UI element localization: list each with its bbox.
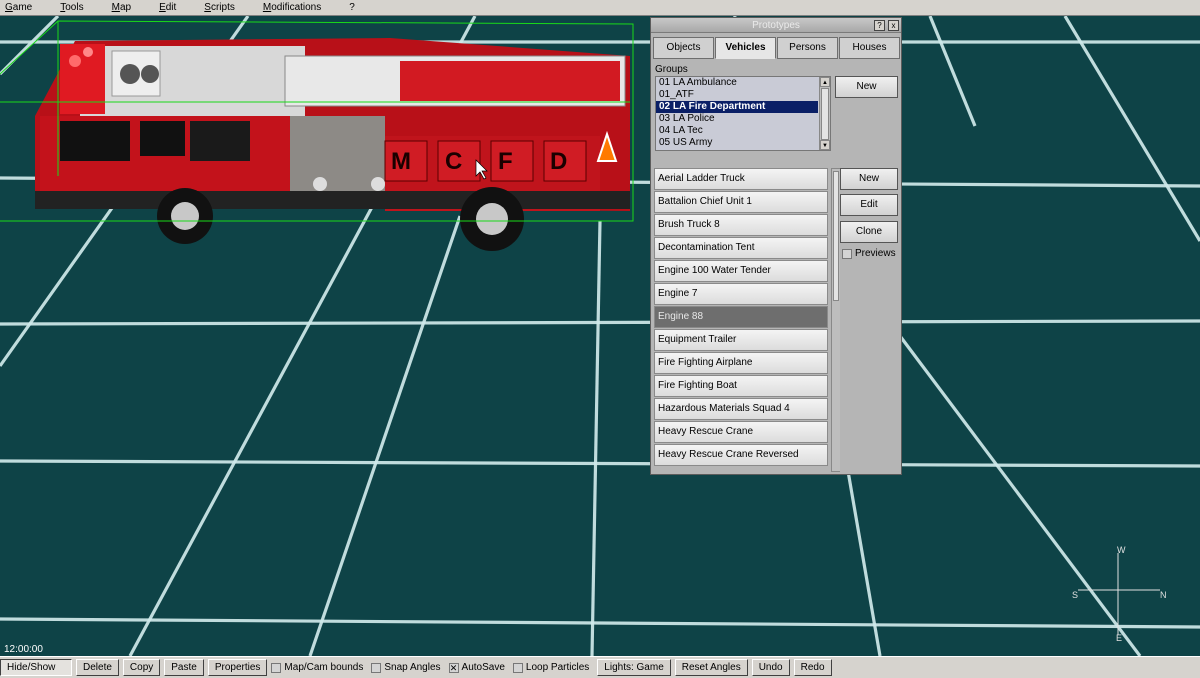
dialog-title: Prototypes (752, 20, 800, 31)
close-button[interactable]: x (888, 20, 899, 31)
previews-label: Previews (855, 248, 896, 259)
tab-houses[interactable]: Houses (839, 37, 900, 59)
3d-viewport[interactable]: M C F D (0, 16, 1200, 656)
tab-objects[interactable]: Objects (653, 37, 714, 59)
prototype-tabs: Objects Vehicles Persons Houses (653, 37, 900, 59)
prototypes-dialog: Prototypes ? x Objects Vehicles Persons Hou… (650, 17, 902, 475)
viewport-scene: M C F D (0, 16, 1200, 656)
scroll-up-icon[interactable]: ▲ (820, 77, 830, 87)
compass-east: E (1116, 633, 1123, 643)
map-cam-bounds-checkbox[interactable] (271, 662, 282, 673)
previews-option[interactable]: Previews (842, 248, 896, 259)
menu-help[interactable]: ? (344, 0, 360, 16)
menu-game[interactable]: Game (0, 0, 37, 16)
vehicle-list[interactable]: Aerial Ladder Truck Battalion Chief Unit … (654, 168, 840, 472)
vehicle-item[interactable]: Equipment Trailer (654, 329, 828, 351)
help-button[interactable]: ? (874, 20, 885, 31)
front-wheel (157, 188, 213, 244)
vehicle-item[interactable]: Brush Truck 8 (654, 214, 828, 236)
groups-label: Groups (655, 64, 688, 75)
vehicle-item[interactable]: Heavy Rescue Crane Reversed (654, 444, 828, 466)
scroll-thumb[interactable] (821, 88, 829, 140)
vehicle-item[interactable]: Heavy Rescue Crane (654, 421, 828, 443)
delete-button[interactable]: Delete (76, 659, 119, 676)
group-item[interactable]: 04 LA Tec (656, 125, 830, 137)
tab-persons[interactable]: Persons (777, 37, 838, 59)
vehicle-item[interactable]: Aerial Ladder Truck (654, 168, 828, 190)
redo-button[interactable]: Redo (793, 659, 832, 676)
vehicle-item[interactable]: Fire Fighting Airplane (654, 352, 828, 374)
autosave-option[interactable]: ✕ AutoSave (448, 662, 505, 673)
vehicle-item[interactable]: Engine 7 (654, 283, 828, 305)
reset-angles-button[interactable]: Reset Angles (674, 659, 748, 676)
menu-tools[interactable]: Tools (55, 0, 88, 16)
tab-vehicles[interactable]: Vehicles (715, 37, 776, 59)
clone-vehicle-button[interactable]: Clone (840, 221, 898, 243)
map-cam-bounds-label: Map/Cam bounds (284, 662, 364, 673)
group-item[interactable]: 03 LA Police (656, 113, 830, 125)
lights-button[interactable]: Lights: Game (597, 659, 671, 676)
compass-south: S (1072, 590, 1079, 600)
loop-particles-checkbox[interactable] (512, 662, 523, 673)
menu-bar: Game Tools Map Edit Scripts Modifications? (0, 0, 1200, 16)
groups-scrollbar[interactable]: ▲ ▼ (819, 77, 830, 150)
properties-button[interactable]: Properties (207, 659, 268, 676)
vehicle-list-scrollbar[interactable] (831, 168, 840, 472)
compass-rose: W S N E (1070, 545, 1170, 645)
groups-list[interactable]: 01 LA Ambulance 01_ATF 02 LA Fire Departme… (655, 76, 831, 151)
groups-items: 01 LA Ambulance 01_ATF 02 LA Fire Departme… (656, 77, 830, 149)
bottom-toolbar: Hide/Show Delete Copy Paste Properties M… (0, 656, 1200, 678)
dialog-titlebar[interactable]: Prototypes ? x (651, 18, 901, 33)
compass-north: N (1160, 590, 1167, 600)
map-cam-bounds-option[interactable]: Map/Cam bounds (271, 662, 363, 673)
vehicle-items: Aerial Ladder Truck Battalion Chief Unit … (654, 168, 840, 466)
truck-letter-2: C (445, 148, 462, 175)
autosave-label: AutoSave (461, 662, 505, 673)
new-group-button[interactable]: New (835, 76, 898, 98)
menu-modifications[interactable]: Modifications (258, 0, 326, 16)
edit-vehicle-button[interactable]: Edit (840, 194, 898, 216)
scroll-down-icon[interactable]: ▼ (820, 140, 830, 150)
compass-west: W (1117, 545, 1126, 555)
loop-particles-label: Loop Particles (525, 662, 590, 673)
new-vehicle-button[interactable]: New (840, 168, 898, 190)
truck-letter-3: F (498, 148, 513, 175)
rear-wheel (460, 187, 524, 251)
menu-edit[interactable]: Edit (154, 0, 181, 16)
vehicle-item[interactable]: Hazardous Materials Squad 4 (654, 398, 828, 420)
truck-letter-4: D (550, 148, 567, 175)
vehicle-item[interactable]: Fire Fighting Boat (654, 375, 828, 397)
compass-lines (1078, 553, 1160, 635)
fire-truck-model[interactable]: M C F D (35, 38, 630, 251)
autosave-checkbox[interactable]: ✕ (448, 662, 459, 673)
menu-scripts[interactable]: Scripts (199, 0, 240, 16)
hide-show-button[interactable]: Hide/Show (0, 659, 72, 676)
truck-letter-1: M (391, 148, 411, 175)
menu-map[interactable]: Map (107, 0, 136, 16)
vehicle-item[interactable]: Engine 100 Water Tender (654, 260, 828, 282)
group-item[interactable]: 02 LA Fire Department (656, 101, 818, 113)
loop-particles-option[interactable]: Loop Particles (512, 662, 590, 673)
group-item[interactable]: 05 US Army (656, 137, 830, 149)
copy-button[interactable]: Copy (122, 659, 161, 676)
vehicle-scroll-thumb[interactable] (833, 171, 839, 301)
vehicle-item[interactable]: Battalion Chief Unit 1 (654, 191, 828, 213)
paste-button[interactable]: Paste (164, 659, 204, 676)
vehicle-item[interactable]: Engine 88 (654, 306, 828, 328)
game-clock: 12:00:00 (4, 644, 43, 655)
group-item[interactable]: 01 LA Ambulance (656, 77, 830, 89)
snap-angles-label: Snap Angles (384, 662, 441, 673)
vehicle-item[interactable]: Decontamination Tent (654, 237, 828, 259)
snap-angles-checkbox[interactable] (371, 662, 382, 673)
previews-checkbox[interactable] (842, 248, 852, 259)
undo-button[interactable]: Undo (751, 659, 790, 676)
snap-angles-option[interactable]: Snap Angles (371, 662, 441, 673)
group-item[interactable]: 01_ATF (656, 89, 830, 101)
